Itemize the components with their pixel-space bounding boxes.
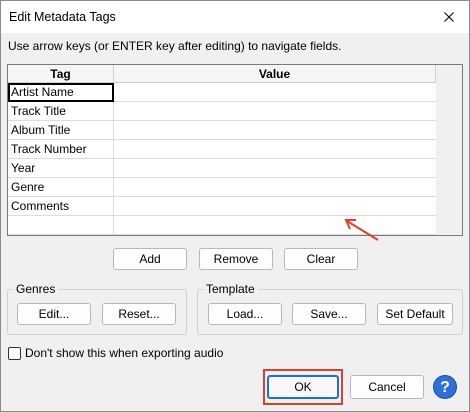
instructions-text: Use arrow keys (or ENTER key after editi… [8,39,342,53]
clear-button[interactable]: Clear [284,248,358,270]
template-load-button[interactable]: Load... [208,303,282,325]
template-group-label: Template [203,282,258,296]
dont-show-label[interactable]: Don't show this when exporting audio [25,346,223,360]
table-row[interactable]: Genre [8,178,436,197]
template-save-button[interactable]: Save... [292,303,366,325]
title-bar: Edit Metadata Tags [1,1,469,33]
close-icon [444,12,454,22]
column-header-value[interactable]: Value [114,65,436,83]
grid-header: Tag Value [8,65,462,83]
metadata-grid[interactable]: Tag Value Artist Name Track Title Album … [7,64,463,236]
value-cell[interactable] [114,140,436,159]
ok-button[interactable]: OK [267,375,339,399]
remove-button[interactable]: Remove [199,248,273,270]
help-button[interactable]: ? [433,375,457,399]
tag-cell[interactable] [8,216,114,235]
tag-cell[interactable]: Year [8,159,114,178]
annotation-arrow-icon [344,219,379,241]
table-row[interactable]: Comments [8,197,436,216]
template-set-default-button[interactable]: Set Default [377,303,453,325]
genres-group-label: Genres [13,282,59,296]
genres-edit-button[interactable]: Edit... [17,303,91,325]
table-row[interactable]: Album Title [8,121,436,140]
value-cell[interactable] [114,121,436,140]
cancel-button[interactable]: Cancel [350,375,424,399]
window-title: Edit Metadata Tags [9,10,116,24]
table-row[interactable]: Track Number [8,140,436,159]
genres-reset-button[interactable]: Reset... [102,303,176,325]
tag-cell[interactable]: Genre [8,178,114,197]
table-row[interactable]: Artist Name [8,83,436,102]
tag-cell[interactable]: Track Number [8,140,114,159]
value-cell[interactable] [114,83,436,102]
help-icon: ? [440,379,450,396]
add-button[interactable]: Add [113,248,187,270]
column-header-tag[interactable]: Tag [8,65,114,83]
tag-cell[interactable]: Comments [8,197,114,216]
value-cell[interactable] [114,159,436,178]
dont-show-checkbox[interactable] [8,347,21,360]
tag-cell[interactable]: Artist Name [8,83,114,102]
tag-cell[interactable]: Track Title [8,102,114,121]
table-row[interactable]: Track Title [8,102,436,121]
value-cell[interactable] [114,102,436,121]
value-cell[interactable] [114,216,436,235]
value-cell[interactable] [114,197,436,216]
grid-empty-area [436,65,462,235]
value-cell[interactable] [114,178,436,197]
edit-metadata-dialog: Edit Metadata Tags Use arrow keys (or EN… [0,0,470,412]
tag-cell[interactable]: Album Title [8,121,114,140]
close-button[interactable] [433,5,465,29]
table-row[interactable]: Year [8,159,436,178]
